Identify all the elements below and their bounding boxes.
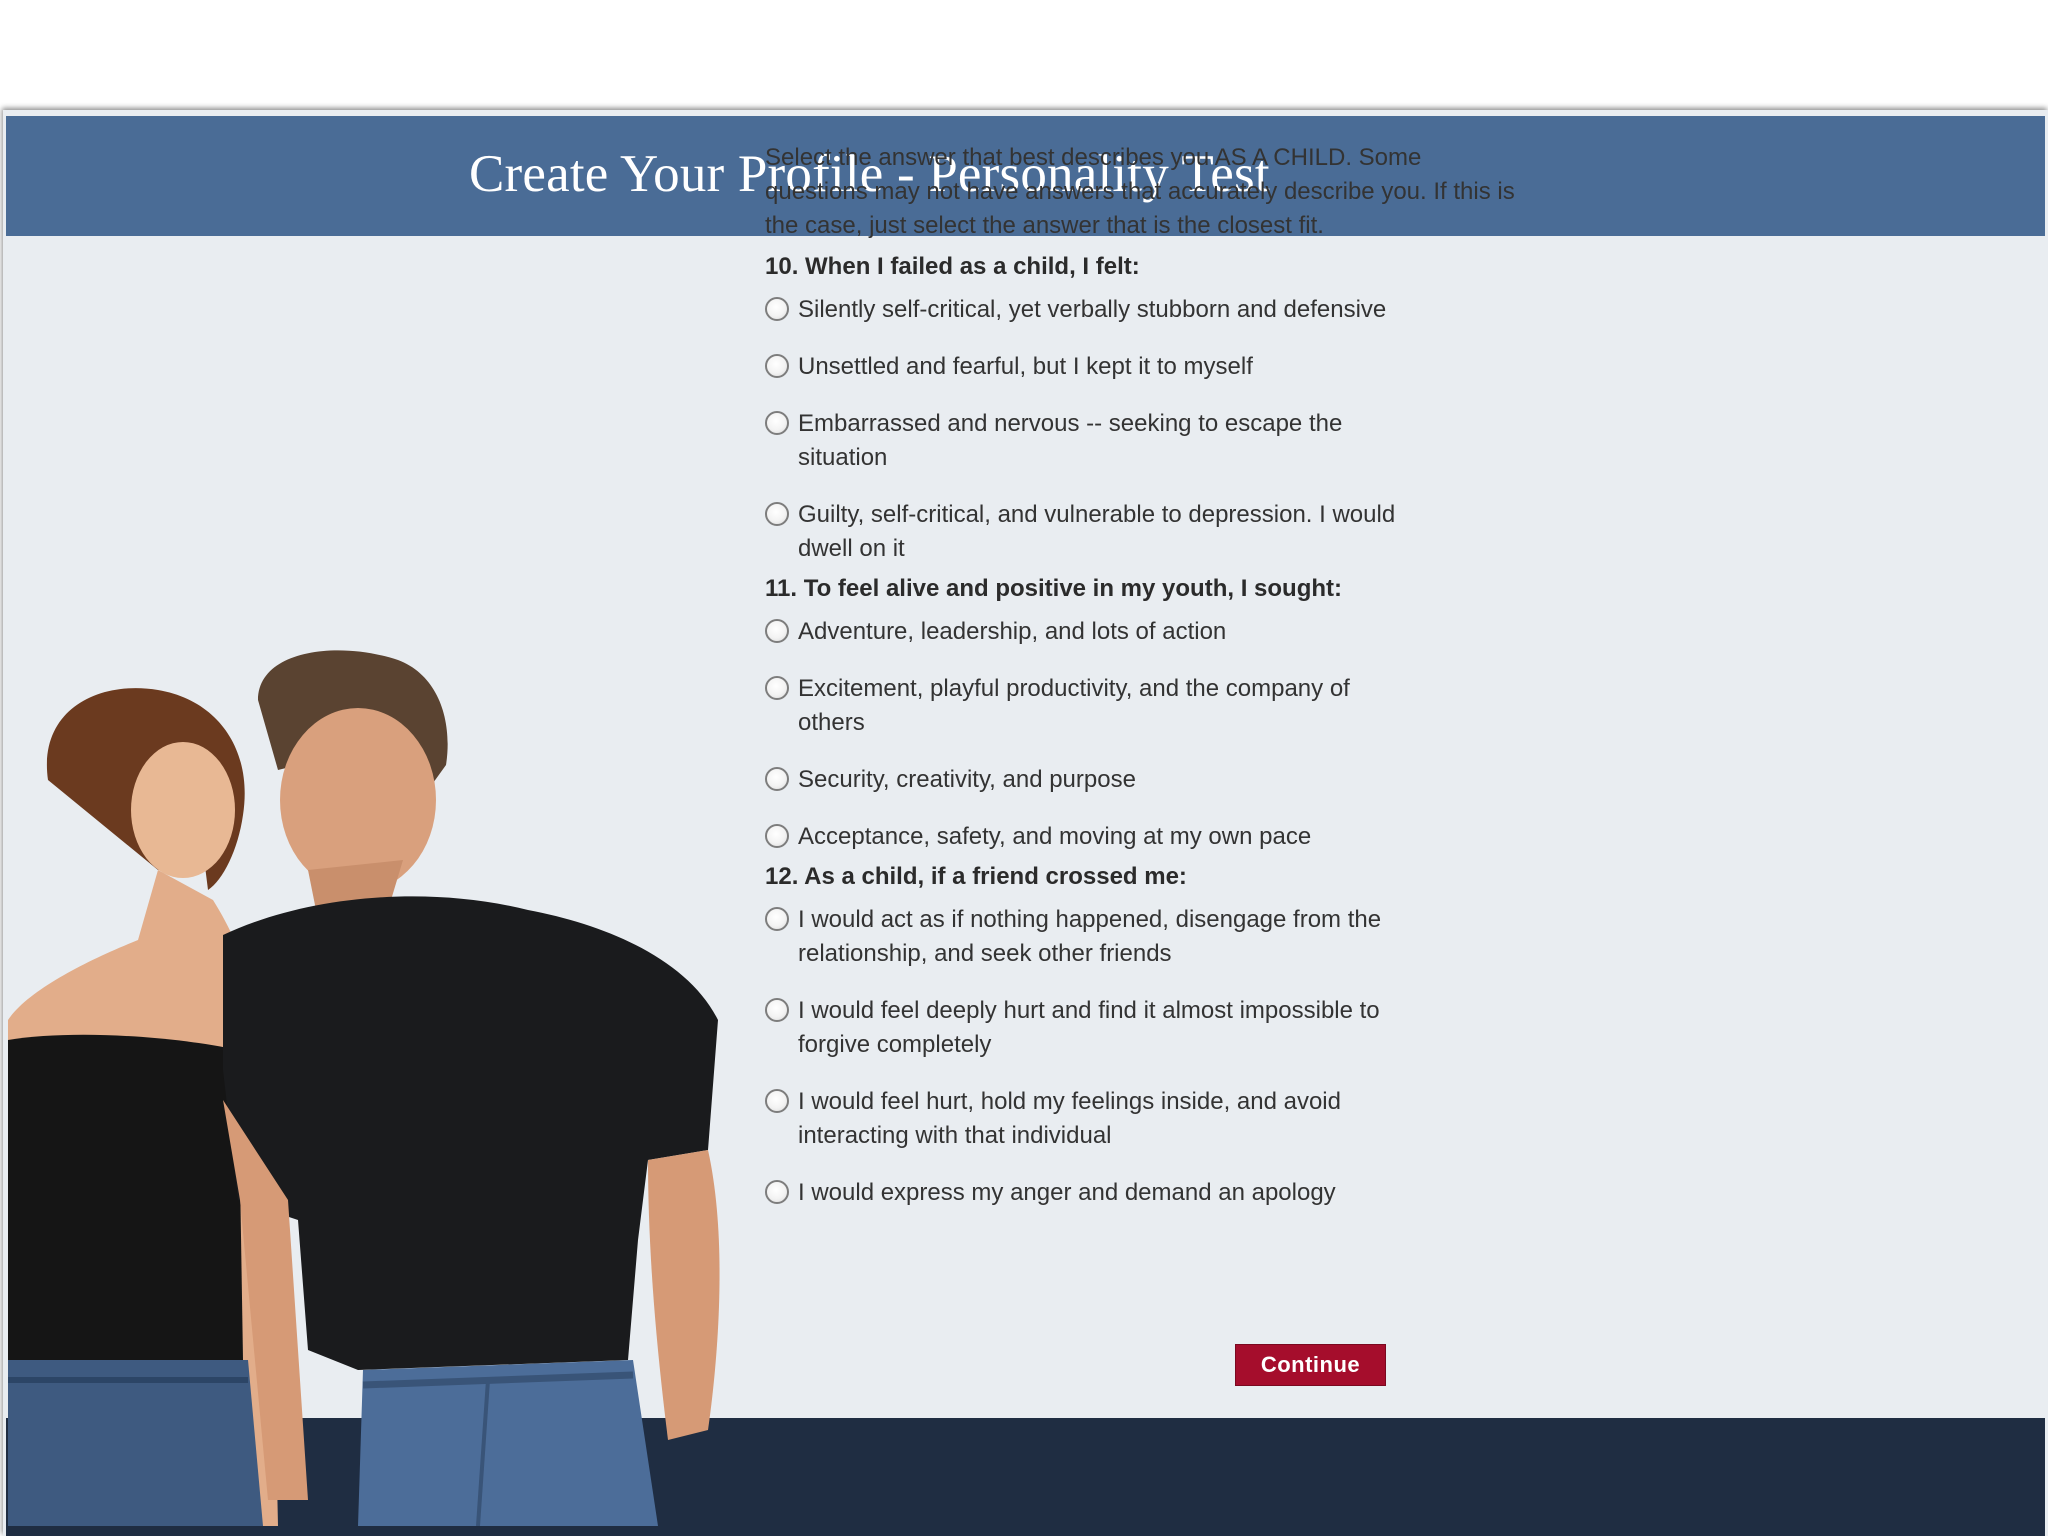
radio-button[interactable] xyxy=(765,998,789,1022)
q11-option-1[interactable]: Adventure, leadership, and lots of actio… xyxy=(765,615,1488,649)
radio-button[interactable] xyxy=(765,411,789,435)
option-label: I would express my anger and demand an a… xyxy=(798,1179,1336,1206)
radio-button[interactable] xyxy=(765,297,789,321)
q12-option-2[interactable]: I would feel deeply hurt and find it alm… xyxy=(765,994,1458,1062)
radio-button[interactable] xyxy=(765,354,789,378)
q12-option-4[interactable]: I would express my anger and demand an a… xyxy=(765,1176,1488,1210)
q11-option-4[interactable]: Acceptance, safety, and moving at my own… xyxy=(765,820,1488,854)
option-label: Guilty, self-critical, and vulnerable to… xyxy=(798,501,1396,562)
q10-option-3[interactable]: Embarrassed and nervous -- seeking to es… xyxy=(765,407,1418,475)
radio-button[interactable] xyxy=(765,907,789,931)
option-label: Security, creativity, and purpose xyxy=(798,766,1136,793)
radio-button[interactable] xyxy=(765,619,789,643)
option-label: Adventure, leadership, and lots of actio… xyxy=(798,618,1227,645)
question-12-label: 12. As a child, if a friend crossed me: xyxy=(765,863,1187,890)
continue-button[interactable]: Continue xyxy=(1235,1344,1386,1386)
q10-option-4[interactable]: Guilty, self-critical, and vulnerable to… xyxy=(765,498,1418,566)
option-label: Acceptance, safety, and moving at my own… xyxy=(798,823,1312,850)
radio-button[interactable] xyxy=(765,1089,789,1113)
q11-option-2[interactable]: Excitement, playful productivity, and th… xyxy=(765,672,1418,740)
radio-button[interactable] xyxy=(765,1180,789,1204)
instructions-text: Select the answer that best describes yo… xyxy=(765,144,1515,239)
option-label: Embarrassed and nervous -- seeking to es… xyxy=(798,410,1343,471)
radio-button[interactable] xyxy=(765,767,789,791)
q10-option-2[interactable]: Unsettled and fearful, but I kept it to … xyxy=(765,350,1488,384)
option-label: Excitement, playful productivity, and th… xyxy=(798,675,1350,736)
option-label: Unsettled and fearful, but I kept it to … xyxy=(798,353,1253,380)
q10-option-1[interactable]: Silently self-critical, yet verbally stu… xyxy=(765,293,1488,327)
question-11-label: 11. To feel alive and positive in my you… xyxy=(765,575,1342,602)
option-label: I would feel deeply hurt and find it alm… xyxy=(798,997,1380,1058)
q12-option-3[interactable]: I would feel hurt, hold my feelings insi… xyxy=(765,1085,1458,1153)
option-label: I would feel hurt, hold my feelings insi… xyxy=(798,1088,1341,1149)
questionnaire-form: Select the answer that best describes yo… xyxy=(765,141,1525,1216)
q11-option-3[interactable]: Security, creativity, and purpose xyxy=(765,763,1488,797)
question-10-label: 10. When I failed as a child, I felt: xyxy=(765,253,1140,280)
radio-button[interactable] xyxy=(765,502,789,526)
q12-option-1[interactable]: I would act as if nothing happened, dise… xyxy=(765,903,1458,971)
option-label: Silently self-critical, yet verbally stu… xyxy=(798,296,1387,323)
option-label: I would act as if nothing happened, dise… xyxy=(798,906,1382,967)
radio-button[interactable] xyxy=(765,676,789,700)
couple-photo xyxy=(8,640,753,1526)
radio-button[interactable] xyxy=(765,824,789,848)
